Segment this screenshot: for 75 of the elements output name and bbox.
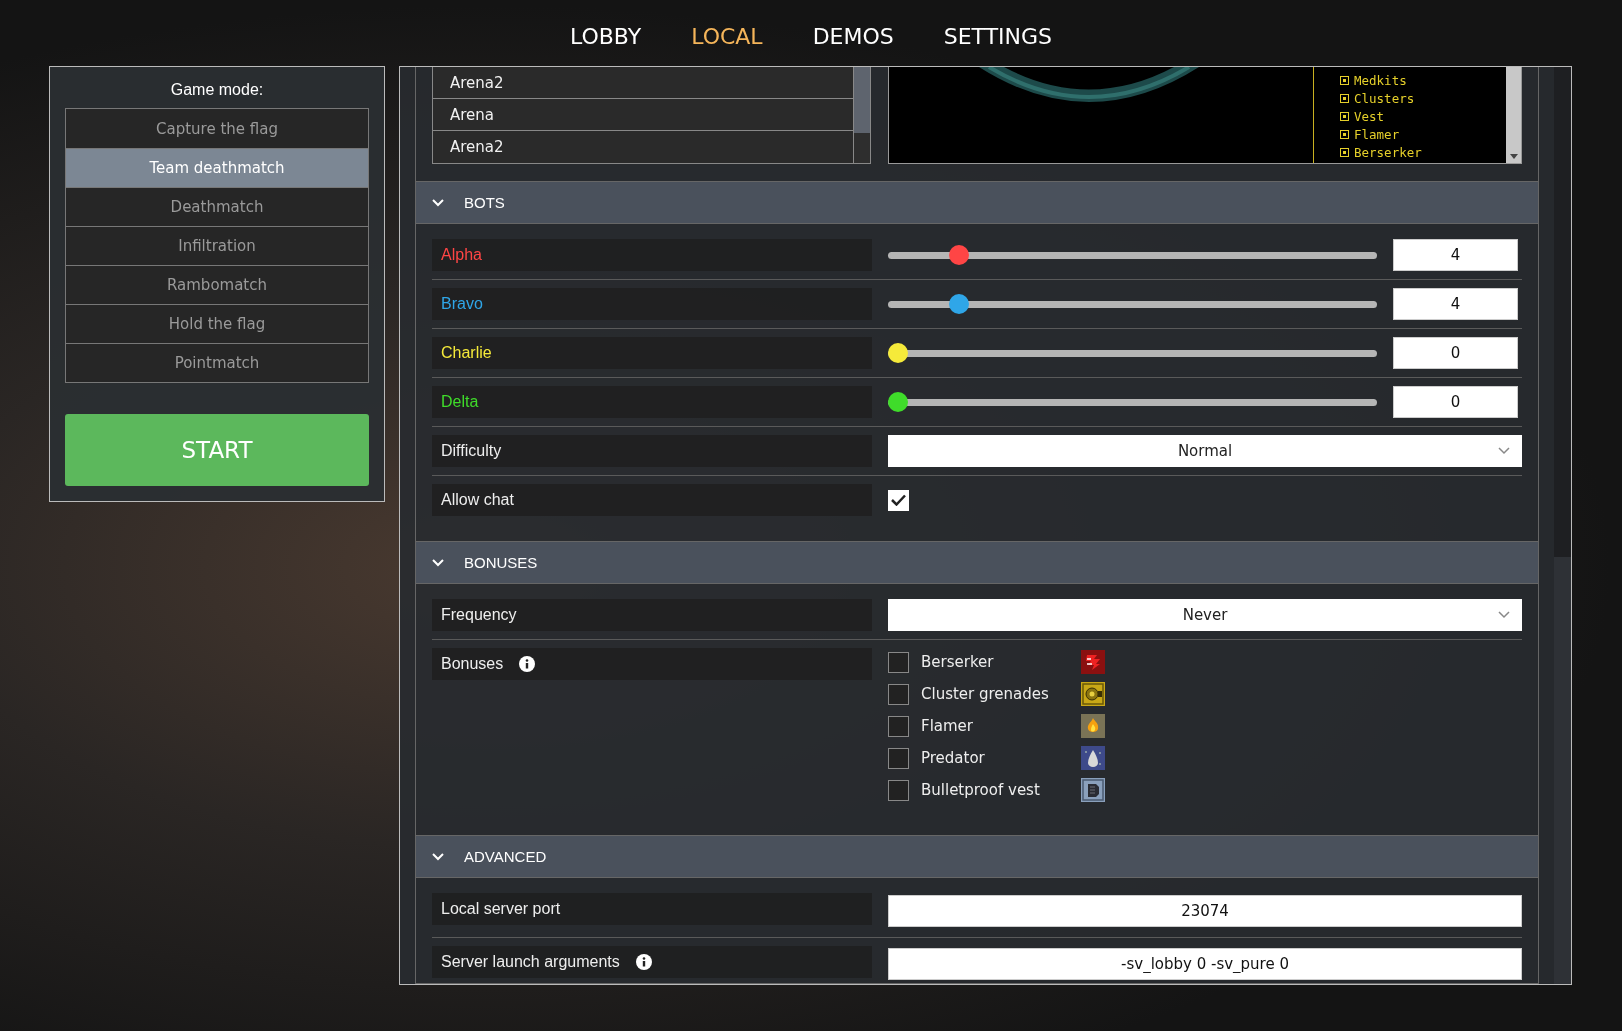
setting-label: Local server port: [441, 900, 561, 918]
bonus-label: Cluster grenades: [921, 685, 1050, 703]
setting-label: Bravo: [441, 295, 483, 313]
section-title: BOTS: [464, 194, 505, 211]
preview-item-label: Berserker: [1354, 145, 1422, 160]
bonus-icon: [1081, 714, 1105, 738]
info-icon[interactable]: [519, 656, 536, 672]
number-field[interactable]: 0: [1393, 337, 1518, 369]
setting-label: Allow chat: [441, 491, 514, 509]
bonus-label: Predator: [921, 749, 986, 767]
number-field[interactable]: 0: [1393, 386, 1518, 418]
slider[interactable]: [888, 343, 1377, 363]
slider-thumb[interactable]: [888, 343, 908, 363]
dropdown[interactable]: Never: [888, 599, 1523, 631]
game-mode-item[interactable]: Hold the flag: [66, 304, 368, 343]
slider-thumb[interactable]: [948, 294, 969, 314]
bonus-icon: [1081, 746, 1105, 770]
scrollbar[interactable]: [1506, 67, 1522, 163]
game-mode-item[interactable]: Infiltration: [66, 226, 368, 265]
setting-label: Alpha: [441, 246, 482, 264]
chevron-icon: [432, 198, 444, 207]
slider-thumb[interactable]: [948, 245, 969, 265]
section-header[interactable]: ADVANCED: [416, 835, 1539, 878]
preview-item-label: Medkits: [1354, 73, 1407, 88]
slider-thumb[interactable]: [888, 392, 908, 412]
checkbox[interactable]: [888, 779, 909, 801]
game-mode-item[interactable]: Deathmatch: [66, 187, 368, 226]
chevron-icon: [432, 852, 444, 861]
slider[interactable]: [888, 294, 1377, 314]
caret-icon: [1498, 611, 1511, 619]
slider[interactable]: [888, 392, 1377, 412]
game-mode-item[interactable]: Pointmatch: [66, 343, 368, 382]
setting-label: Bonuses: [441, 655, 504, 673]
dropdown[interactable]: Normal: [888, 435, 1523, 467]
preview-item-label: Flamer: [1354, 127, 1400, 142]
checkbox[interactable]: [888, 683, 909, 705]
setting-label: Delta: [441, 393, 479, 411]
section-title: ADVANCED: [464, 848, 547, 865]
panel-title: Game mode:: [169, 81, 265, 99]
game-mode-item[interactable]: Rambomatch: [66, 265, 368, 304]
info-icon[interactable]: [635, 954, 652, 970]
section-title: BONUSES: [464, 554, 538, 571]
bonus-icon: [1081, 778, 1105, 802]
arrow-icon[interactable]: [1509, 154, 1518, 159]
caret-icon: [1498, 447, 1511, 455]
setting-label: Server launch arguments: [441, 953, 620, 971]
slider[interactable]: [888, 245, 1377, 265]
game-mode-item[interactable]: Team deathmatch: [66, 148, 368, 187]
checkbox[interactable]: [888, 651, 909, 673]
setting-label: Frequency: [441, 606, 517, 624]
section-header[interactable]: BONUSES: [416, 541, 1539, 584]
bonus-icon: [1081, 682, 1105, 706]
nav-tab[interactable]: SETTINGS: [943, 24, 1053, 42]
preview-item-label: Vest: [1354, 109, 1385, 124]
number-field[interactable]: 4: [1393, 239, 1518, 271]
preview-item-label: Clusters: [1354, 91, 1415, 106]
scrollbar[interactable]: [1554, 67, 1571, 984]
setting-label: Difficulty: [441, 442, 502, 460]
nav-tab[interactable]: LOBBY: [569, 24, 642, 42]
input-field[interactable]: 23074: [888, 895, 1523, 927]
bonus-label: Flamer: [921, 717, 974, 735]
chevron-icon: [432, 558, 444, 567]
number-field[interactable]: 4: [1393, 288, 1518, 320]
nav-tab[interactable]: LOCAL: [691, 24, 763, 42]
scrollbar[interactable]: [853, 67, 870, 163]
game-mode-item[interactable]: Capture the flag: [66, 109, 368, 148]
setting-label: Charlie: [441, 344, 492, 362]
bonus-icon: [1081, 650, 1105, 674]
input-field[interactable]: -sv_lobby 0 -sv_pure 0: [888, 948, 1523, 980]
bonus-label: Bulletproof vest: [921, 781, 1041, 799]
section-header[interactable]: BOTS: [416, 181, 1539, 224]
nav-tab[interactable]: DEMOS: [812, 24, 894, 42]
bonus-label: Berserker: [921, 653, 995, 671]
checkbox[interactable]: [888, 715, 909, 737]
checkbox[interactable]: [888, 747, 909, 769]
